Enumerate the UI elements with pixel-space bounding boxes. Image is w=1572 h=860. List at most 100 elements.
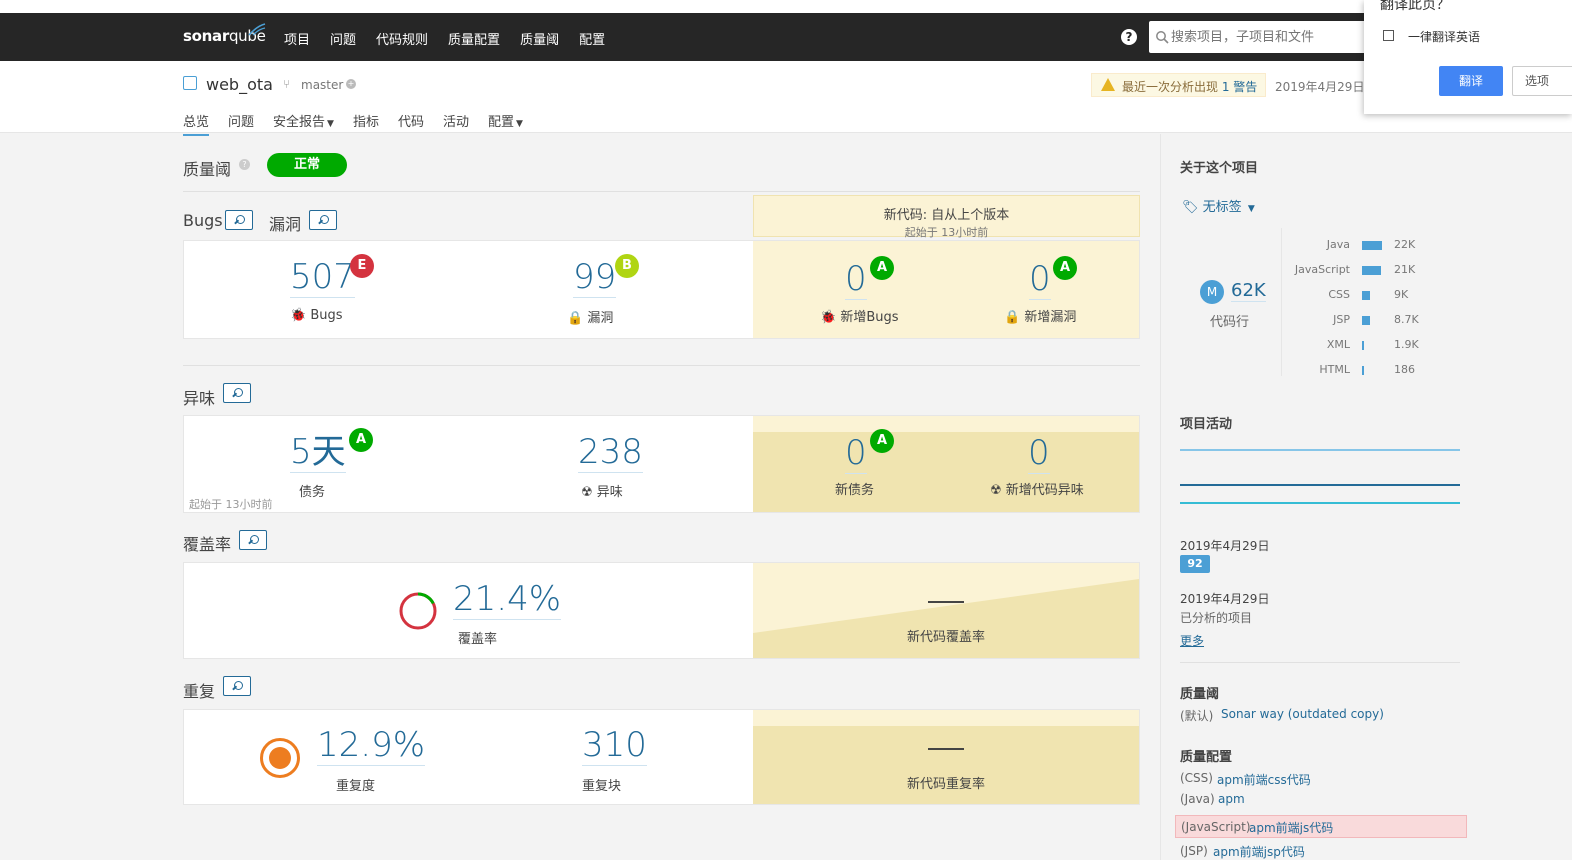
quality-gate-link[interactable]: Sonar way (outdated copy): [1221, 707, 1384, 721]
duplications-section-label: 重复: [183, 682, 216, 701]
profile-language: (CSS): [1180, 771, 1213, 785]
profile-link[interactable]: apm: [1218, 792, 1245, 806]
new-debt-value[interactable]: 0: [845, 433, 867, 474]
new-code-smells-caption: ☢ 新增代码异味: [990, 483, 1084, 498]
activity-description: 已分析的项目: [1180, 611, 1253, 625]
chevron-down-icon: ▼: [516, 119, 523, 129]
nav-issues[interactable]: 问题: [330, 29, 356, 48]
radiation-icon: ☢: [581, 485, 593, 500]
tab-issues[interactable]: 问题: [228, 111, 254, 136]
activity-graph-line: [1180, 449, 1460, 451]
new-code-smells-value[interactable]: 0: [1028, 433, 1050, 474]
nav-administration[interactable]: 配置: [579, 29, 605, 48]
code-smells-caption: ☢ 异味: [581, 485, 623, 500]
bugs-link-icon[interactable]: [225, 210, 253, 230]
language-value: 1.9K: [1394, 338, 1419, 351]
global-search[interactable]: [1149, 21, 1379, 53]
vulnerabilities-rating[interactable]: B: [615, 254, 639, 278]
profile-link[interactable]: apm前端js代码: [1249, 819, 1333, 836]
vulnerabilities-caption: 🔒 漏洞: [567, 311, 614, 326]
new-code-since: 起始于 13小时前: [904, 226, 989, 239]
project-icon: [183, 76, 197, 90]
tab-security-reports[interactable]: 安全报告 ▼: [273, 111, 334, 136]
tab-overview[interactable]: 总览: [183, 111, 210, 136]
project-name[interactable]: web_ota: [206, 75, 273, 94]
lines-of-code-value[interactable]: 62K: [1231, 280, 1266, 302]
tag-icon: 🏷: [1182, 200, 1199, 215]
language-bar: [1362, 291, 1370, 300]
coverage-caption: 覆盖率: [458, 632, 498, 647]
new-bugs-caption: 🐞 新增Bugs: [820, 310, 899, 325]
project-tabs: 总览 问题 安全报告 ▼ 指标 代码 活动 配置 ▼: [183, 111, 542, 136]
code-smells-link-icon[interactable]: [223, 383, 251, 403]
tab-administration[interactable]: 配置 ▼: [488, 111, 523, 136]
divider: [1180, 662, 1460, 663]
quality-gate-sidebar-title: 质量阈: [1180, 687, 1220, 702]
duplications-indicator-icon: [260, 738, 300, 778]
coverage-donut-icon: [399, 592, 437, 630]
activity-more-link[interactable]: 更多: [1180, 632, 1204, 649]
top-navbar: sonarqube 项目 问题 代码规则 质量配置 质量阈 配置 ?: [0, 13, 1572, 61]
debt-value[interactable]: 5天: [290, 432, 346, 473]
always-translate-checkbox[interactable]: [1383, 30, 1394, 41]
new-debt-rating[interactable]: A: [870, 429, 894, 453]
nav-rules[interactable]: 代码规则: [376, 29, 428, 48]
version-badge: 92: [1180, 555, 1210, 573]
new-vulnerabilities-rating[interactable]: A: [1053, 256, 1077, 280]
search-input[interactable]: [1171, 27, 1371, 47]
nav-projects[interactable]: 项目: [284, 29, 310, 48]
profile-link[interactable]: apm前端css代码: [1217, 771, 1311, 788]
always-translate-label: 一律翻译英语: [1408, 30, 1481, 44]
help-icon[interactable]: ?: [239, 159, 250, 170]
warning-link[interactable]: 1 警告: [1222, 80, 1257, 94]
profile-language: (JavaScript): [1181, 820, 1251, 834]
vulnerabilities-link-icon[interactable]: [309, 210, 337, 230]
tab-activity[interactable]: 活动: [443, 111, 469, 136]
smells-new-code-area: [753, 432, 1139, 512]
about-project-title: 关于这个项目: [1180, 161, 1259, 176]
language-value: 9K: [1394, 288, 1409, 301]
help-icon[interactable]: ?: [1121, 29, 1137, 45]
project-header: web_ota ⑂ master + 最近一次分析出现 1 警告 2019年4月…: [0, 61, 1572, 136]
new-bugs-rating[interactable]: A: [870, 256, 894, 280]
new-code-title: 新代码: 自从上个版本: [883, 208, 1010, 223]
tab-measures[interactable]: 指标: [353, 111, 379, 136]
chevron-down-icon: ▼: [1247, 204, 1255, 214]
translate-options-button[interactable]: 选项: [1512, 66, 1572, 96]
new-vulnerabilities-caption: 🔒 新增漏洞: [1004, 310, 1077, 325]
nav-quality-profiles[interactable]: 质量配置: [448, 29, 500, 48]
translate-button[interactable]: 翻译: [1439, 66, 1503, 96]
smells-new-code-strip: [753, 416, 1139, 432]
duplicated-blocks-value[interactable]: 310: [582, 725, 647, 766]
duplication-density-caption: 重复度: [336, 779, 376, 794]
nav-quality-gates[interactable]: 质量阈: [520, 29, 559, 48]
new-bugs-value[interactable]: 0: [845, 259, 867, 300]
bugs-rating[interactable]: E: [350, 254, 374, 278]
search-icon: [1156, 31, 1169, 44]
new-coverage-empty: [928, 601, 964, 603]
branch-help-icon[interactable]: +: [346, 79, 356, 89]
translate-popup: 翻译此页？ 一律翻译英语 翻译 选项: [1364, 0, 1572, 114]
coverage-link-icon[interactable]: [239, 530, 267, 550]
language-bar: [1362, 341, 1364, 350]
vulnerabilities-value[interactable]: 99: [573, 257, 617, 298]
debt-rating[interactable]: A: [349, 428, 373, 452]
coverage-value[interactable]: 21.4%: [453, 579, 562, 620]
language-name: JavaScript: [1294, 263, 1350, 276]
new-code-header: 新代码: 自从上个版本 起始于 13小时前: [753, 195, 1140, 239]
language-name: HTML: [1319, 363, 1350, 376]
new-vulnerabilities-value[interactable]: 0: [1029, 259, 1051, 300]
branch-name[interactable]: master: [301, 78, 343, 92]
tab-code[interactable]: 代码: [398, 111, 424, 136]
bugs-value[interactable]: 507: [290, 257, 355, 298]
bug-icon: 🐞: [820, 310, 837, 325]
tags-selector[interactable]: 🏷 无标签 ▼: [1182, 196, 1255, 215]
analysis-warning[interactable]: 最近一次分析出现 1 警告: [1091, 73, 1266, 97]
new-duplication-caption: 新代码重复率: [907, 777, 986, 792]
profile-language: (Java): [1180, 792, 1215, 806]
code-smells-value[interactable]: 238: [578, 432, 643, 473]
profile-link[interactable]: apm前端jsp代码: [1213, 843, 1305, 860]
duplication-density-value[interactable]: 12.9%: [317, 725, 426, 766]
duplications-link-icon[interactable]: [223, 676, 251, 696]
dup-new-code-strip: [753, 710, 1139, 726]
